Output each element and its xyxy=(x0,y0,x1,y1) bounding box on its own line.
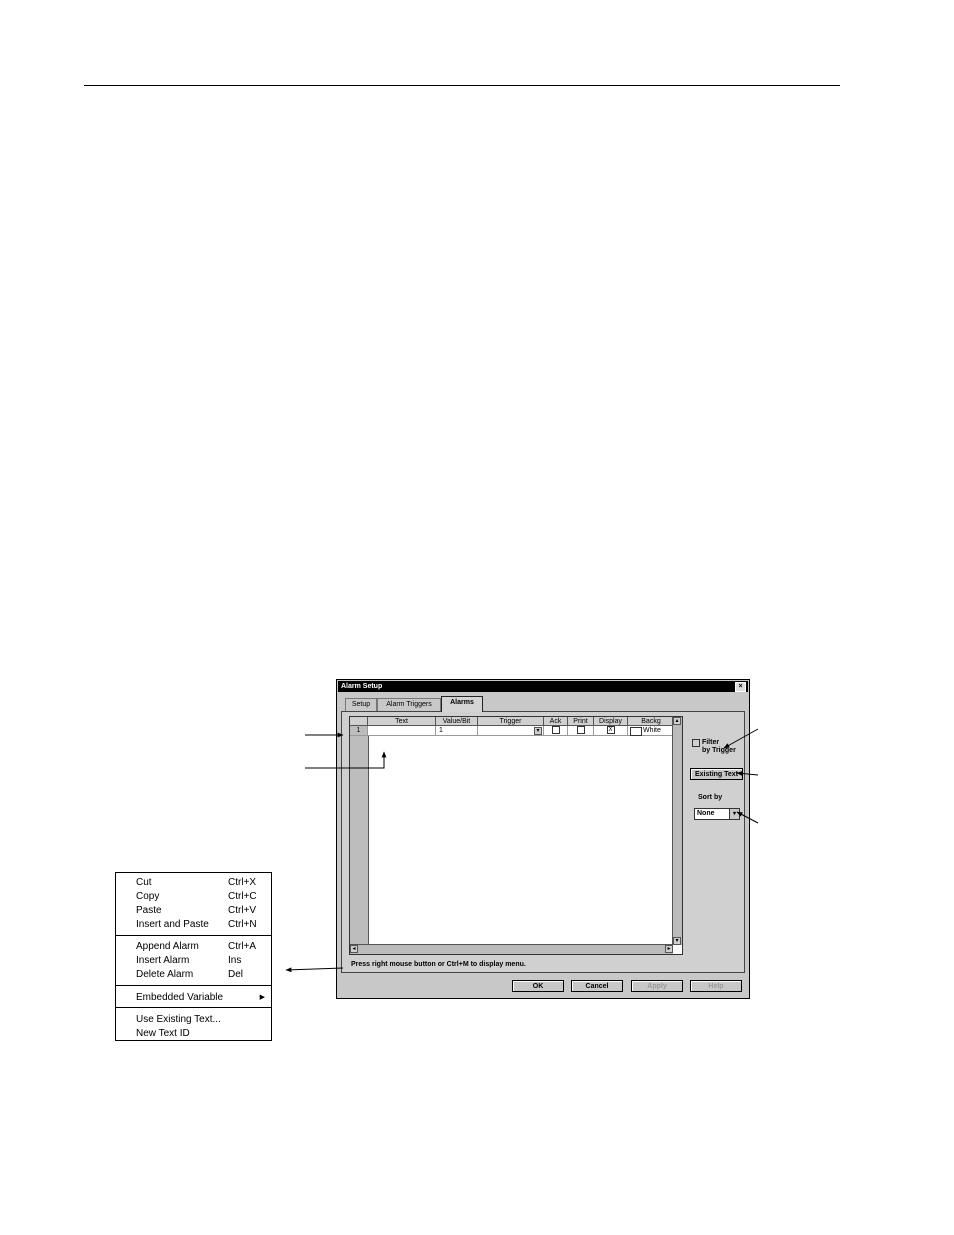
callout-arrows xyxy=(285,728,759,973)
callout-arrow-sort-by xyxy=(736,811,759,824)
callout-arrow-existing-text xyxy=(736,771,759,776)
tab-alarms[interactable]: Alarms xyxy=(441,696,483,712)
callout-arrow-filter xyxy=(723,728,759,749)
callout-arrow-context-menu xyxy=(285,967,344,973)
callout-arrow-text-cell xyxy=(305,751,387,769)
